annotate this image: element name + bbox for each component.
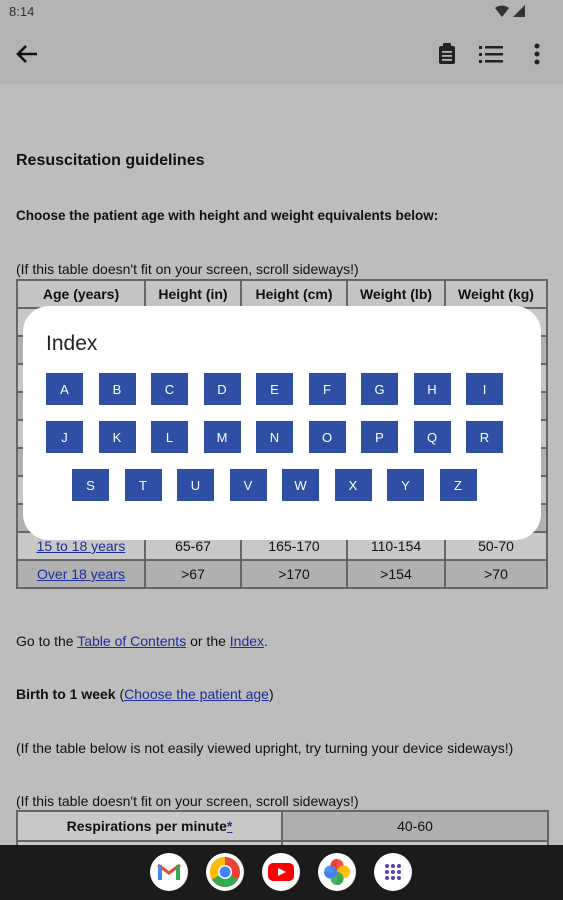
back-button[interactable] bbox=[12, 40, 42, 68]
chrome-icon bbox=[209, 857, 240, 888]
cell-height-cm: >170 bbox=[240, 559, 348, 589]
letter-button-n[interactable]: N bbox=[256, 421, 293, 453]
letter-button-v[interactable]: V bbox=[229, 469, 267, 501]
table-row: Over 18 years >67 >170 >154 >70 bbox=[16, 559, 548, 589]
more-options-button[interactable] bbox=[523, 40, 551, 68]
letter-button-f[interactable]: F bbox=[308, 373, 346, 405]
letter-button-x[interactable]: X bbox=[334, 469, 372, 501]
letter-button-y[interactable]: Y bbox=[387, 469, 424, 501]
header-weight-lb: Weight (lb) bbox=[346, 279, 446, 309]
signal-icon bbox=[513, 5, 525, 17]
clipboard-icon bbox=[439, 43, 455, 64]
age-link-15-18[interactable]: 15 to 18 years bbox=[37, 538, 126, 554]
scroll-note: (If this table doesn't fit on your scree… bbox=[16, 261, 359, 277]
cell-weight-lb: >154 bbox=[346, 559, 446, 589]
letter-button-m[interactable]: M bbox=[203, 421, 241, 453]
wifi-icon bbox=[495, 5, 509, 17]
letter-button-h[interactable]: H bbox=[413, 373, 451, 405]
photos-button[interactable] bbox=[318, 853, 356, 891]
respirations-footnote-link[interactable]: * bbox=[227, 818, 232, 834]
birth-line: Birth to 1 week (Choose the patient age) bbox=[16, 686, 274, 702]
respirations-label: Respirations per minute bbox=[66, 818, 227, 834]
index-dialog: Index ABCDEFGHI JKLMNOPQR STUVWXYZ bbox=[23, 306, 541, 540]
dialog-title: Index bbox=[46, 332, 98, 355]
letter-button-l[interactable]: L bbox=[151, 421, 188, 453]
letter-button-j[interactable]: J bbox=[46, 421, 83, 453]
upright-note: (If the table below is not easily viewed… bbox=[16, 740, 514, 756]
goto-suffix: . bbox=[264, 633, 268, 649]
app-bar bbox=[0, 24, 563, 84]
header-height-in: Height (in) bbox=[144, 279, 242, 309]
letter-button-i[interactable]: I bbox=[466, 373, 503, 405]
respirations-value: 40-60 bbox=[281, 810, 549, 842]
gmail-icon bbox=[157, 863, 181, 880]
letter-button-s[interactable]: S bbox=[72, 469, 109, 501]
table-of-contents-link[interactable]: Table of Contents bbox=[77, 633, 186, 649]
letter-button-k[interactable]: K bbox=[98, 421, 136, 453]
letter-button-b[interactable]: B bbox=[98, 373, 136, 405]
letter-button-w[interactable]: W bbox=[282, 469, 319, 501]
cell-weight-kg: >70 bbox=[444, 559, 548, 589]
respirations-table: Respirations per minute* 40-60 bbox=[16, 810, 549, 845]
youtube-button[interactable] bbox=[262, 853, 300, 891]
scroll-note-2: (If this table doesn't fit on your scree… bbox=[16, 793, 359, 809]
cell-height-in: >67 bbox=[144, 559, 242, 589]
status-bar: 8:14 bbox=[0, 0, 563, 24]
letter-button-p[interactable]: P bbox=[361, 421, 398, 453]
status-icons bbox=[495, 5, 525, 17]
taskbar bbox=[0, 845, 563, 900]
app-drawer-icon bbox=[385, 864, 401, 880]
goto-middle: or the bbox=[186, 633, 230, 649]
letter-button-z[interactable]: Z bbox=[439, 469, 477, 501]
birth-label: Birth to 1 week bbox=[16, 686, 116, 702]
letter-button-r[interactable]: R bbox=[466, 421, 503, 453]
header-age: Age (years) bbox=[16, 279, 146, 309]
chrome-button[interactable] bbox=[206, 853, 244, 891]
letter-button-e[interactable]: E bbox=[256, 373, 293, 405]
birth-close-paren: ) bbox=[268, 686, 274, 702]
letter-button-o[interactable]: O bbox=[308, 421, 346, 453]
header-height-cm: Height (cm) bbox=[240, 279, 348, 309]
choose-patient-age-link[interactable]: Choose the patient age bbox=[124, 686, 269, 702]
list-button[interactable] bbox=[477, 40, 505, 68]
goto-line: Go to the Table of Contents or the Index… bbox=[16, 633, 268, 649]
respirations-label-cell: Respirations per minute* bbox=[16, 810, 283, 842]
letter-button-u[interactable]: U bbox=[177, 469, 214, 501]
page-heading: Resuscitation guidelines bbox=[16, 152, 205, 169]
photos-icon bbox=[324, 859, 350, 885]
more-vert-icon bbox=[534, 43, 540, 65]
letter-button-t[interactable]: T bbox=[124, 469, 162, 501]
app-drawer-button[interactable] bbox=[374, 853, 412, 891]
choose-age-text: Choose the patient age with height and w… bbox=[16, 208, 439, 223]
goto-prefix: Go to the bbox=[16, 633, 78, 649]
youtube-icon bbox=[268, 863, 294, 881]
status-time: 8:14 bbox=[9, 4, 35, 19]
letter-button-d[interactable]: D bbox=[203, 373, 241, 405]
letter-button-c[interactable]: C bbox=[151, 373, 188, 405]
header-weight-kg: Weight (kg) bbox=[444, 279, 548, 309]
letter-button-g[interactable]: G bbox=[361, 373, 398, 405]
table-row: Respirations per minute* 40-60 bbox=[16, 810, 549, 842]
letter-button-q[interactable]: Q bbox=[413, 421, 451, 453]
clipboard-button[interactable] bbox=[433, 40, 461, 68]
age-table-header: Age (years) Height (in) Height (cm) Weig… bbox=[16, 279, 548, 309]
birth-open-paren: ( bbox=[115, 686, 125, 702]
arrow-back-icon bbox=[16, 45, 37, 63]
gmail-button[interactable] bbox=[150, 853, 188, 891]
list-icon bbox=[479, 46, 503, 63]
letter-button-a[interactable]: A bbox=[46, 373, 83, 405]
age-link-over-18[interactable]: Over 18 years bbox=[37, 566, 125, 582]
index-link[interactable]: Index bbox=[230, 633, 264, 649]
